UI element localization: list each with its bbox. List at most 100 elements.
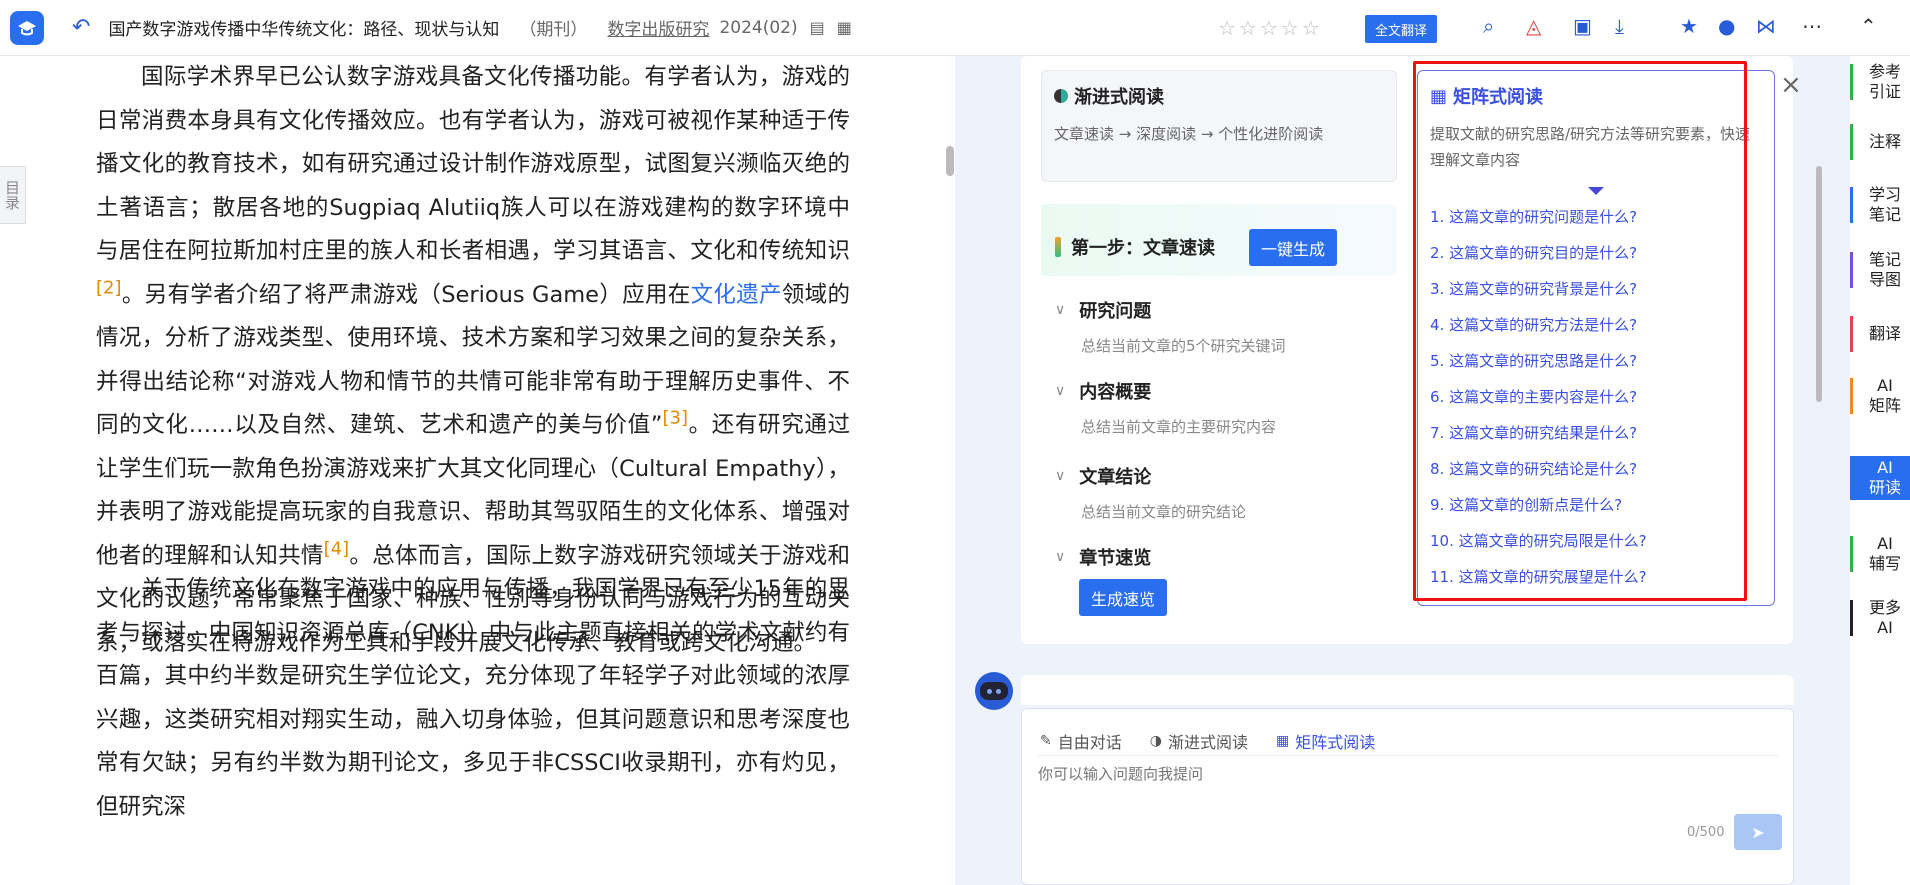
question-item[interactable]: 2. 这篇文章的研究目的是什么? [1430, 235, 1762, 271]
sidebar-label: 引证 [1868, 82, 1901, 101]
sidebar-item[interactable]: 参考 引证 [1850, 60, 1910, 104]
question-item[interactable]: 1. 这篇文章的研究问题是什么? [1430, 199, 1762, 235]
sidebar-label: AI [1877, 376, 1893, 395]
sidebar-label: AI [1877, 534, 1893, 553]
sidebar-item[interactable]: 笔记 导图 [1850, 248, 1910, 292]
search-icon[interactable]: ⌕ [1483, 14, 1494, 38]
sidebar-label: 参考 [1868, 62, 1901, 81]
question-item[interactable]: 7. 这篇文章的研究结果是什么? [1430, 415, 1762, 451]
panel-scrollbar[interactable] [1816, 166, 1822, 402]
collapse-icon[interactable]: ⌃ [1860, 14, 1877, 38]
download-icon[interactable]: ⤓ [1615, 14, 1624, 38]
progressive-desc: 文章速读 → 深度阅读 → 个性化进阶阅读 [1054, 125, 1324, 143]
progress-icon [1054, 89, 1068, 103]
section-conclusion[interactable]: ∨ 文章结论 总结当前文章的研究结论 [1055, 463, 1246, 522]
sidebar-item[interactable]: 翻译 [1850, 312, 1910, 356]
app-logo-icon[interactable] [10, 10, 44, 45]
question-item[interactable]: 3. 这篇文章的研究背景是什么? [1430, 271, 1762, 307]
sidebar-item[interactable]: 学习 笔记 [1850, 183, 1910, 227]
section-chapter-overview[interactable]: ∨ 章节速览 [1055, 544, 1151, 570]
sidebar-item[interactable]: AI 辅写 [1850, 532, 1910, 576]
one-click-generate-button[interactable]: 一键生成 [1249, 229, 1337, 266]
chevron-down-icon: ∨ [1055, 468, 1066, 484]
question-item[interactable]: 10. 这篇文章的研究局限是什么? [1430, 523, 1762, 559]
question-item[interactable]: 11. 这篇文章的研究展望是什么? [1430, 559, 1762, 595]
divider [1038, 755, 1778, 756]
sidebar-item[interactable]: AI 矩阵 [1850, 374, 1910, 418]
keyword-link[interactable]: 文化遗产 [691, 282, 782, 308]
step-mark-icon [1055, 237, 1061, 257]
sidebar-label: 笔记 [1868, 250, 1901, 269]
question-item[interactable]: 4. 这篇文章的研究方法是什么? [1430, 307, 1762, 343]
reference-link[interactable]: [2] [96, 277, 122, 298]
rating-stars[interactable]: ☆☆☆☆☆ [1218, 16, 1323, 40]
sidebar-label: 矩阵 [1868, 396, 1901, 415]
favorite-icon[interactable]: ★ [1680, 14, 1698, 38]
more-icon[interactable]: ⋯ [1802, 14, 1822, 38]
sidebar-label: 导图 [1868, 270, 1901, 289]
chevron-down-icon: ∨ [1055, 549, 1066, 565]
sidebar-item[interactable]: AI 研读 [1850, 456, 1910, 500]
close-icon[interactable]: × [1780, 70, 1802, 100]
section-research-question[interactable]: ∨ 研究问题 总结当前文章的5个研究关键词 [1055, 297, 1286, 356]
chevron-down-icon: ∨ [1055, 302, 1066, 318]
send-button[interactable]: ➤ [1734, 814, 1782, 850]
pdf-icon[interactable]: ◬ [1526, 14, 1541, 38]
back-arrow-icon[interactable]: ↶ [72, 15, 90, 40]
citation-icon[interactable]: ▣ [1573, 14, 1592, 38]
char-count: 0/500 [1687, 825, 1725, 840]
question-item[interactable]: 5. 这篇文章的研究思路是什么? [1430, 343, 1762, 379]
section-content-summary[interactable]: ∨ 内容概要 总结当前文章的主要研究内容 [1055, 378, 1276, 437]
question-item[interactable]: 9. 这篇文章的创新点是什么? [1430, 487, 1762, 523]
quote-icon[interactable]: ● [1718, 14, 1735, 38]
article-pane: 目录 国际学术界早已公认数字游戏具备文化传播功能。有学者认为，游戏的日常消费本身… [0, 56, 955, 885]
paragraph-2: 关于传统文化在数字游戏中的应用与传播，我国学界已有至少15年的思考与探讨。中国知… [96, 576, 850, 820]
sidebar-accent [1850, 536, 1853, 572]
sidebar-item[interactable]: 注释 [1850, 120, 1910, 164]
sidebar-label: 更多 [1868, 598, 1901, 617]
chat-box: ✎自由对话 ◑渐进式阅读 ▦矩阵式阅读 0/500 ➤ [1021, 708, 1794, 885]
sidebar-accent [1850, 124, 1853, 160]
tab-free-chat[interactable]: ✎ 自由对话 [1040, 729, 1122, 753]
chat-history [1021, 675, 1794, 705]
tab-progressive-reading[interactable]: ◑ 渐进式阅读 [1150, 729, 1248, 753]
matrix-title: 矩阵式阅读 [1453, 87, 1544, 108]
sidebar-accent [1850, 64, 1853, 100]
generate-overview-button[interactable]: 生成速览 [1079, 579, 1167, 616]
sidebar-label: 笔记 [1868, 205, 1901, 224]
reference-link[interactable]: [4] [324, 538, 350, 559]
toc-tab[interactable]: 目录 [0, 166, 26, 224]
question-item[interactable]: 8. 这篇文章的研究结论是什么? [1430, 451, 1762, 487]
chat-mode-tabs: ✎ 自由对话 ◑ 渐进式阅读 ▦ 矩阵式阅读 [1040, 729, 1403, 753]
folder-icon[interactable]: ▦ [837, 18, 852, 37]
sidebar-accent [1850, 316, 1853, 352]
document-icon[interactable]: ▤ [810, 18, 825, 37]
matrix-reading-card[interactable]: ▦ 矩阵式阅读 提取文献的研究思路/研究方法等研究要素，快速理解文章内容 1. 这… [1417, 70, 1775, 606]
sidebar-label: 辅写 [1868, 554, 1901, 573]
reference-link[interactable]: [3] [662, 408, 688, 429]
article-type: （期刊） [519, 20, 588, 40]
grid-icon: ▦ [1430, 85, 1448, 107]
sidebar-item[interactable]: 更多 AI [1850, 596, 1910, 640]
full-translate-button[interactable]: 全文翻译 [1365, 15, 1438, 43]
share-icon[interactable]: ⋈ [1756, 14, 1776, 38]
ai-assistant-avatar [975, 672, 1013, 710]
grid-icon: ▦ [1275, 733, 1290, 749]
sidebar-label: 翻译 [1868, 324, 1901, 343]
progressive-title: 渐进式阅读 [1074, 87, 1164, 108]
chevron-down-icon: ∨ [1055, 383, 1066, 399]
sidebar-label: AI [1877, 458, 1893, 477]
progressive-reading-card[interactable]: 渐进式阅读 文章速读 → 深度阅读 → 个性化进阶阅读 [1041, 70, 1397, 182]
sidebar-label: 学习 [1868, 185, 1901, 204]
sidebar-label: AI [1877, 618, 1893, 637]
progress-icon: ◑ [1149, 733, 1162, 749]
sidebar-accent [1850, 187, 1853, 223]
chat-input[interactable] [1038, 763, 1758, 785]
journal-link[interactable]: 数字出版研究 [607, 15, 709, 40]
question-item[interactable]: 6. 这篇文章的主要内容是什么? [1430, 379, 1762, 415]
right-sidebar: 参考 引证 注释 学习 笔记 笔记 导图 翻译 AI 矩阵 AI 研读 AI 辅写 更多 AI [1850, 56, 1910, 885]
article-scrollbar[interactable] [946, 146, 954, 176]
sidebar-label: 研读 [1868, 478, 1901, 497]
matrix-desc: 提取文献的研究思路/研究方法等研究要素，快速理解文章内容 [1430, 125, 1751, 169]
tab-matrix-reading[interactable]: ▦ 矩阵式阅读 [1276, 729, 1375, 753]
